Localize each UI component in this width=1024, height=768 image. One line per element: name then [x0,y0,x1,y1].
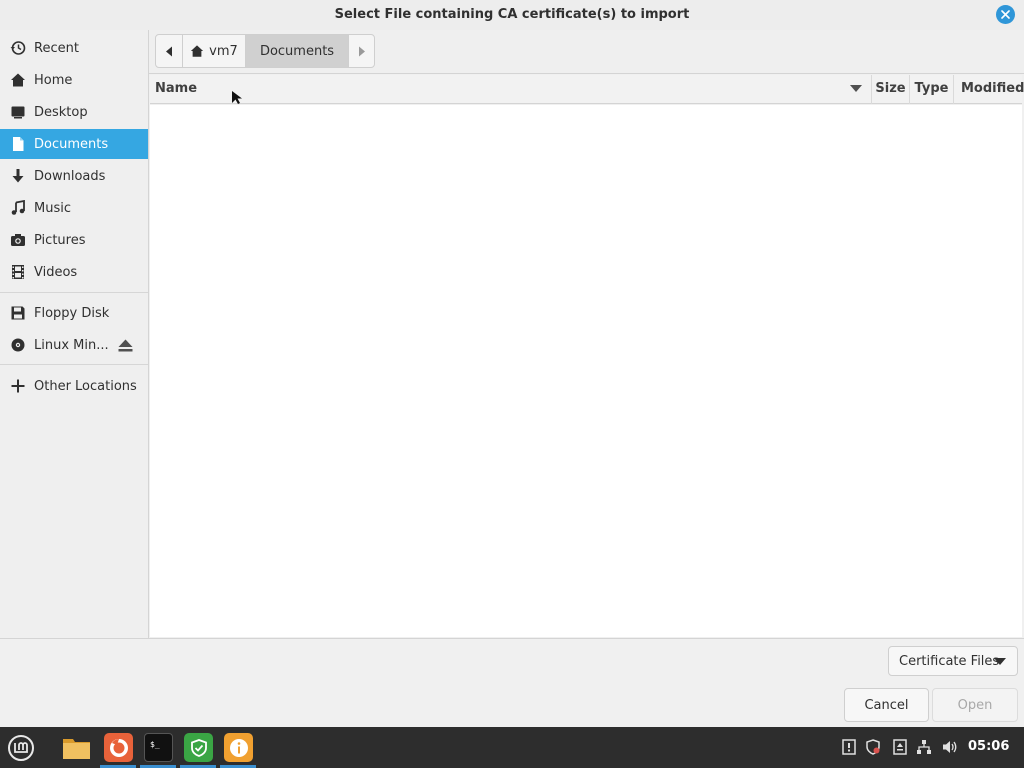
sidebar-item-desktop[interactable]: Desktop [0,97,148,127]
file-filter-dropdown[interactable]: Certificate Files [888,646,1018,676]
chevron-right-icon [358,46,365,56]
file-list-header: Name Size Type Modified [150,75,1024,104]
places-sidebar: Recent Home Desktop Documents Downloads … [0,30,148,638]
eject-icon[interactable] [118,338,133,352]
file-filter-label: Certificate Files [899,653,1000,669]
sidebar-item-music[interactable]: Music [0,193,148,223]
taskbar-clock[interactable]: 05:06 [968,739,1009,754]
sidebar-item-home[interactable]: Home [0,65,148,95]
sidebar-item-documents[interactable]: Documents [0,129,148,159]
disc-icon [9,337,26,354]
film-icon [9,264,26,281]
sidebar-item-videos[interactable]: Videos [0,257,148,287]
open-label: Open [957,697,993,713]
taskbar: $_ 05:06 [0,727,1024,768]
column-type-label: Type [914,81,949,96]
column-header-type[interactable]: Type [910,75,954,104]
taskbar-app-firefox[interactable] [104,733,133,762]
close-icon [1001,10,1010,19]
plus-icon [9,378,26,395]
file-list[interactable] [150,105,1022,637]
sidebar-border [148,30,149,638]
path-current-label: Documents [259,43,335,59]
open-button[interactable]: Open [932,688,1018,722]
info-icon [229,738,248,757]
sidebar-separator [0,292,148,293]
footer-separator [0,638,1024,639]
sidebar-item-pictures[interactable]: Pictures [0,225,148,255]
sidebar-item-label: Videos [34,264,78,280]
sidebar-separator [0,364,148,365]
tray-shield-icon[interactable] [865,739,881,755]
path-documents-button[interactable]: Documents [245,34,349,68]
sidebar-item-linux-mint[interactable]: Linux Min... [0,330,148,360]
column-header-modified[interactable]: Modified [954,75,1024,104]
sidebar-item-downloads[interactable]: Downloads [0,161,148,191]
chevron-left-icon [166,46,172,56]
cancel-button[interactable]: Cancel [844,688,929,722]
terminal-icon: $_ [150,740,160,749]
column-modified-label: Modified [961,81,1024,96]
sidebar-item-label: Home [34,72,73,88]
files-icon [63,738,90,759]
download-icon [9,168,26,185]
floppy-icon [9,305,26,322]
sort-descending-icon [850,85,862,92]
home-icon [9,72,26,89]
music-icon [9,200,26,217]
sidebar-item-label: Other Locations [34,378,137,394]
sidebar-item-floppy-disk[interactable]: Floppy Disk [0,298,148,328]
sidebar-item-label: Linux Min... [34,337,109,353]
svg-text:$_: $_ [150,740,160,749]
cancel-label: Cancel [864,697,909,713]
taskbar-app-shield[interactable] [184,733,213,762]
camera-icon [9,232,26,249]
path-home-button[interactable]: vm7 [182,34,246,68]
sidebar-item-label: Pictures [34,232,86,248]
sidebar-item-label: Downloads [34,168,106,184]
tray-volume-icon[interactable] [942,739,958,755]
column-header-size[interactable]: Size [872,75,910,104]
mouse-cursor-icon [232,91,242,104]
taskbar-app-files[interactable] [62,733,91,762]
taskbar-app-info[interactable] [224,733,253,762]
tray-network-icon[interactable] [916,739,932,755]
menu-button[interactable] [6,733,35,762]
recent-icon [9,40,26,57]
tray-notification-icon[interactable] [841,739,857,755]
tray-update-icon[interactable] [892,739,908,755]
shield-icon [190,738,207,757]
sidebar-item-label: Documents [34,136,109,152]
sidebar-item-other-locations[interactable]: Other Locations [0,371,148,401]
close-button[interactable] [996,5,1015,24]
sidebar-item-recent[interactable]: Recent [0,33,148,63]
chevron-down-icon [994,658,1006,665]
desktop-icon [9,104,26,121]
path-home-label: vm7 [209,43,238,59]
sidebar-item-label: Recent [34,40,79,56]
sidebar-item-label: Desktop [34,104,88,120]
firefox-icon [109,738,128,757]
mint-menu-icon [7,734,34,761]
path-back-button[interactable] [155,34,183,68]
column-header-name[interactable]: Name [150,75,872,104]
column-name-label: Name [155,81,198,96]
document-icon [9,136,26,153]
dialog-titlebar: Select File containing CA certificate(s)… [0,0,1024,30]
taskbar-app-terminal[interactable]: $_ [144,733,173,762]
path-forward-button[interactable] [348,34,375,68]
path-bar: vm7 Documents [149,30,1024,74]
sidebar-item-label: Floppy Disk [34,305,110,321]
column-size-label: Size [875,81,906,96]
sidebar-item-label: Music [34,200,71,216]
home-icon [191,45,204,57]
dialog-title: Select File containing CA certificate(s)… [334,7,690,22]
